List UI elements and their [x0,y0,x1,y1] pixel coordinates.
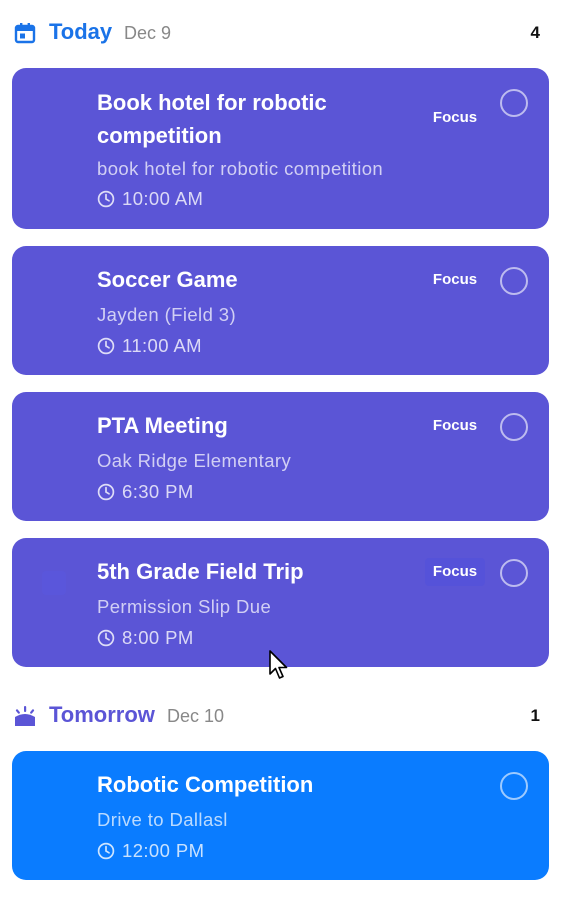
task-subtitle: Permission Slip Due [97,596,272,617]
task-time-label: 12:00 PM [122,840,205,861]
clock-icon [97,190,115,208]
section-header-tomorrow: Tomorrow Dec 10 1 [0,695,569,735]
section-date: Dec 9 [124,23,172,43]
focus-button[interactable]: Focus [425,558,485,586]
task-title: PTA Meeting [97,413,228,438]
section-title: Today [49,19,113,44]
task-subtitle: Oak Ridge Elementary [97,450,292,471]
focus-button[interactable]: Focus [425,412,485,440]
complete-checkbox[interactable] [500,267,528,295]
task-title: Robotic Competition [97,772,314,797]
clock-icon [97,483,115,501]
task-card[interactable]: Soccer Game Jayden (Field 3) 11:00 AM Fo… [12,246,549,375]
task-title: Soccer Game [97,267,238,292]
focus-button[interactable]: Focus [425,266,485,294]
complete-checkbox[interactable] [500,559,528,587]
task-title: 5th Grade Field Trip [97,559,304,584]
drag-handle-icon[interactable] [42,571,66,595]
task-time: 6:30 PM [97,481,194,503]
section-date: Dec 10 [167,706,225,726]
task-subtitle: Drive to Dallasl [97,809,228,830]
focus-button[interactable]: Focus [425,104,485,132]
task-time: 8:00 PM [97,627,194,649]
clock-icon [97,337,115,355]
complete-checkbox[interactable] [500,89,528,117]
complete-checkbox[interactable] [500,413,528,441]
complete-checkbox[interactable] [500,772,528,800]
section-title: Tomorrow [49,702,155,727]
task-subtitle: Jayden (Field 3) [97,304,237,325]
task-count: 4 [530,23,540,42]
task-title: Book hotel for robotic competition [97,90,327,148]
task-time-label: 6:30 PM [122,481,194,502]
task-subtitle: book hotel for robotic competition [97,158,384,179]
task-card[interactable]: Robotic Competition Drive to Dallasl 12:… [12,751,549,880]
task-card[interactable]: PTA Meeting Oak Ridge Elementary 6:30 PM… [12,392,549,521]
task-time-label: 8:00 PM [122,627,194,648]
task-time-label: 10:00 AM [122,188,204,209]
sunrise-icon [14,705,36,727]
section-header-today: Today Dec 9 4 [0,12,569,52]
clock-icon [97,842,115,860]
task-time-label: 11:00 AM [122,335,202,356]
task-card[interactable]: Book hotel for robotic competition book … [12,68,549,229]
task-count: 1 [530,706,540,725]
calendar-icon [14,22,36,44]
task-time: 10:00 AM [97,188,203,210]
task-time: 11:00 AM [97,335,202,357]
clock-icon [97,629,115,647]
mouse-cursor-icon [268,649,290,681]
task-time: 12:00 PM [97,840,204,862]
task-card[interactable]: 5th Grade Field Trip Permission Slip Due… [12,538,549,667]
